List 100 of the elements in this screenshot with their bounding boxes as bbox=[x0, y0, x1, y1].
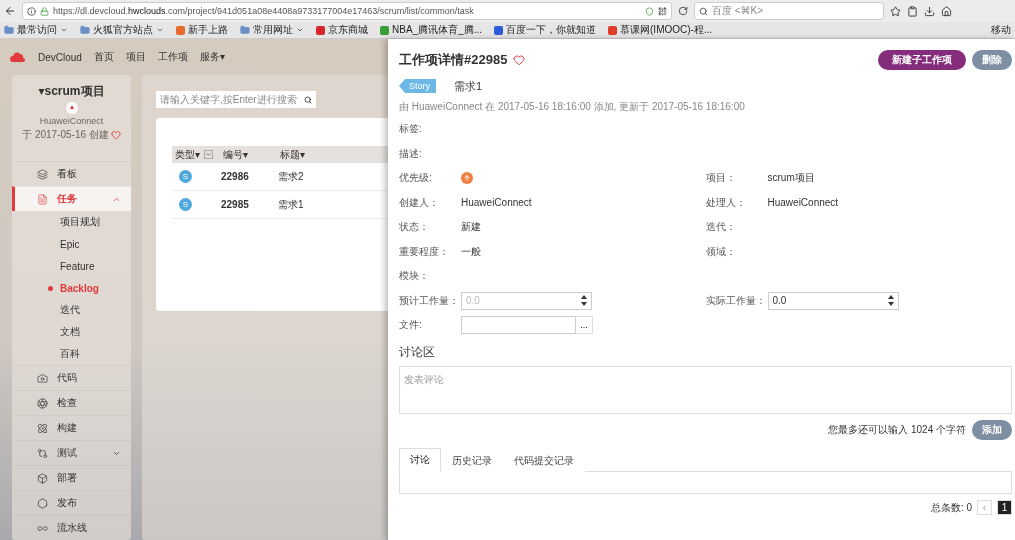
star-icon[interactable] bbox=[890, 5, 901, 17]
aperture-icon bbox=[37, 397, 48, 409]
sidebar-item[interactable]: 检查 bbox=[12, 390, 131, 415]
meta-text: 由 HuaweiConnect 在 2017-05-16 18:16:00 添加, 更新于 2017-05-16 18:16:00 bbox=[399, 100, 746, 114]
bookmark-label: 京东商城 bbox=[328, 23, 368, 37]
heart-icon[interactable] bbox=[513, 54, 526, 66]
bookmark-label: 新手上路 bbox=[188, 23, 228, 37]
sidebar-subitem[interactable]: 迭代 bbox=[12, 299, 131, 321]
field-label: 优先级: bbox=[399, 171, 433, 186]
active-dot bbox=[48, 285, 53, 291]
spinner-icon[interactable] bbox=[581, 294, 587, 306]
sidebar-subitem[interactable]: Epic bbox=[12, 233, 131, 255]
column-header[interactable]: 编号▾ bbox=[220, 147, 275, 162]
sidebar-item[interactable]: 部署 bbox=[12, 465, 131, 490]
search-icon bbox=[304, 95, 312, 104]
download-icon[interactable] bbox=[924, 5, 935, 17]
field-label: 创建人： bbox=[399, 195, 440, 210]
char-counter: 您最多还可以输入 1024 个字符 bbox=[828, 422, 966, 437]
logo-icon bbox=[65, 102, 78, 114]
caret-icon bbox=[296, 26, 304, 34]
project-name[interactable]: ▾scrum项目 bbox=[38, 83, 105, 100]
panel-title: 工作项详情#22985 bbox=[399, 51, 508, 69]
column-header[interactable]: 标题▾ bbox=[277, 147, 337, 162]
comment-field[interactable]: 发表评论 bbox=[399, 365, 1012, 414]
url-text: https://dl.devcloud.hwclouds.com/project/941d051a08e4408a9733177004e17463/scrum/list/common/task bbox=[53, 6, 475, 16]
nav-link[interactable]: 项目 bbox=[125, 50, 146, 64]
field-value: HuaweiConnect bbox=[767, 197, 839, 209]
item-name: 需求1 bbox=[454, 78, 483, 94]
sidebar-label: 流水线 bbox=[57, 521, 87, 535]
bookmark[interactable]: 最常访问 bbox=[4, 23, 68, 37]
switch-icon bbox=[37, 447, 48, 459]
table-cell-text: 22985 bbox=[220, 199, 250, 210]
field-label: 重要程度： bbox=[399, 244, 450, 259]
field-label: 标签: bbox=[399, 122, 423, 137]
sidebar-subitem[interactable]: 文档 bbox=[12, 321, 131, 343]
bookmark-label: 火狐官方站点 bbox=[93, 23, 153, 37]
atom-icon bbox=[37, 422, 48, 434]
sidebar-subitem[interactable]: 项目规划 bbox=[12, 211, 131, 233]
sidebar-item[interactable]: 流水线 bbox=[12, 515, 131, 540]
sidebar-label: 代码 bbox=[57, 371, 77, 385]
page-button[interactable]: 1 bbox=[997, 500, 1012, 515]
bookmark[interactable]: 常用网址 bbox=[240, 23, 304, 37]
sidebar-item[interactable]: 测试 bbox=[12, 440, 131, 465]
home-icon[interactable] bbox=[941, 5, 952, 17]
number-field[interactable]: 0.0 bbox=[461, 291, 592, 310]
clipboard-icon[interactable] bbox=[907, 5, 918, 17]
bookmark-label: 最常访问 bbox=[17, 23, 57, 37]
field-label: 处理人： bbox=[705, 195, 747, 210]
sidebar-label: 项目规划 bbox=[60, 215, 100, 229]
priority-icon bbox=[461, 172, 473, 185]
new-subitem-button[interactable]: 新建子工作项 bbox=[878, 50, 966, 70]
browse-button[interactable]: ... bbox=[576, 316, 593, 335]
qr-code-icon[interactable] bbox=[658, 6, 667, 16]
table-row[interactable]: S 22985 需求1 bbox=[172, 191, 388, 219]
layers-icon bbox=[37, 168, 48, 180]
search-icon bbox=[699, 6, 708, 16]
bookmark[interactable]: 火狐官方站点 bbox=[80, 23, 164, 37]
shield-icon bbox=[645, 6, 654, 16]
field-label: 项目： bbox=[705, 171, 737, 186]
cloud-logo-icon bbox=[10, 52, 26, 62]
sidebar-item[interactable]: 构建 bbox=[12, 415, 131, 440]
sidebar-item[interactable]: 代码 bbox=[12, 365, 131, 390]
brand-name: DevCloud bbox=[38, 51, 82, 63]
column-header[interactable]: 类型▾ bbox=[172, 147, 218, 162]
table-cell-text: 22986 bbox=[220, 171, 250, 182]
nav-link[interactable]: 首页 bbox=[93, 50, 114, 64]
browser-search-field[interactable]: 百度 <⌘K> bbox=[694, 2, 884, 20]
table-cell-text: 需求2 bbox=[277, 169, 305, 184]
sidebar-item[interactable]: 任务 bbox=[12, 186, 131, 211]
bookmark[interactable]: 京东商城 bbox=[316, 23, 368, 37]
table-cell-text: 需求1 bbox=[277, 197, 305, 212]
table-row[interactable]: S 22986 需求2 bbox=[172, 163, 388, 191]
sidebar-subitem[interactable]: 百科 bbox=[12, 343, 131, 365]
caret-icon bbox=[156, 26, 164, 34]
field-value: HuaweiConnect bbox=[461, 197, 532, 209]
sidebar-subitem[interactable]: Feature bbox=[12, 255, 131, 277]
search-field[interactable]: 请输入关键字,按Enter进行搜索 bbox=[156, 91, 316, 108]
caret-icon bbox=[60, 26, 68, 34]
back-icon[interactable] bbox=[4, 5, 16, 17]
spinner-icon[interactable] bbox=[887, 294, 894, 306]
bookmark[interactable]: 移动 bbox=[991, 23, 1011, 37]
nav-link[interactable]: 工作项 bbox=[157, 50, 188, 64]
address-bar[interactable]: https://dl.devcloud.hwclouds.com/project/941d051a08e4408a9733177004e17463/scrum/list/common/task bbox=[22, 2, 672, 20]
owner-name: HuaweiConnect bbox=[39, 116, 104, 126]
sidebar-label: Feature bbox=[60, 260, 95, 272]
field-value: scrum项目 bbox=[767, 171, 815, 186]
cube-icon bbox=[37, 472, 48, 484]
section-heading: 讨论区 bbox=[399, 343, 436, 361]
file-field[interactable] bbox=[461, 316, 576, 335]
reload-icon[interactable] bbox=[678, 6, 688, 16]
bookmark-label: 常用网址 bbox=[253, 23, 293, 37]
sidebar-item[interactable]: 发布 bbox=[12, 490, 131, 515]
search-placeholder: 百度 <⌘K> bbox=[712, 4, 764, 18]
number-field[interactable]: 0.0 bbox=[767, 291, 899, 310]
field-label: 模块： bbox=[399, 269, 430, 284]
nav-link[interactable]: 服务▾ bbox=[199, 50, 225, 64]
bookmark[interactable]: 新手上路 bbox=[176, 23, 228, 37]
tab[interactable]: 讨论 bbox=[399, 447, 441, 472]
sidebar-label: 迭代 bbox=[60, 303, 80, 317]
sidebar-label: 测试 bbox=[57, 446, 77, 460]
